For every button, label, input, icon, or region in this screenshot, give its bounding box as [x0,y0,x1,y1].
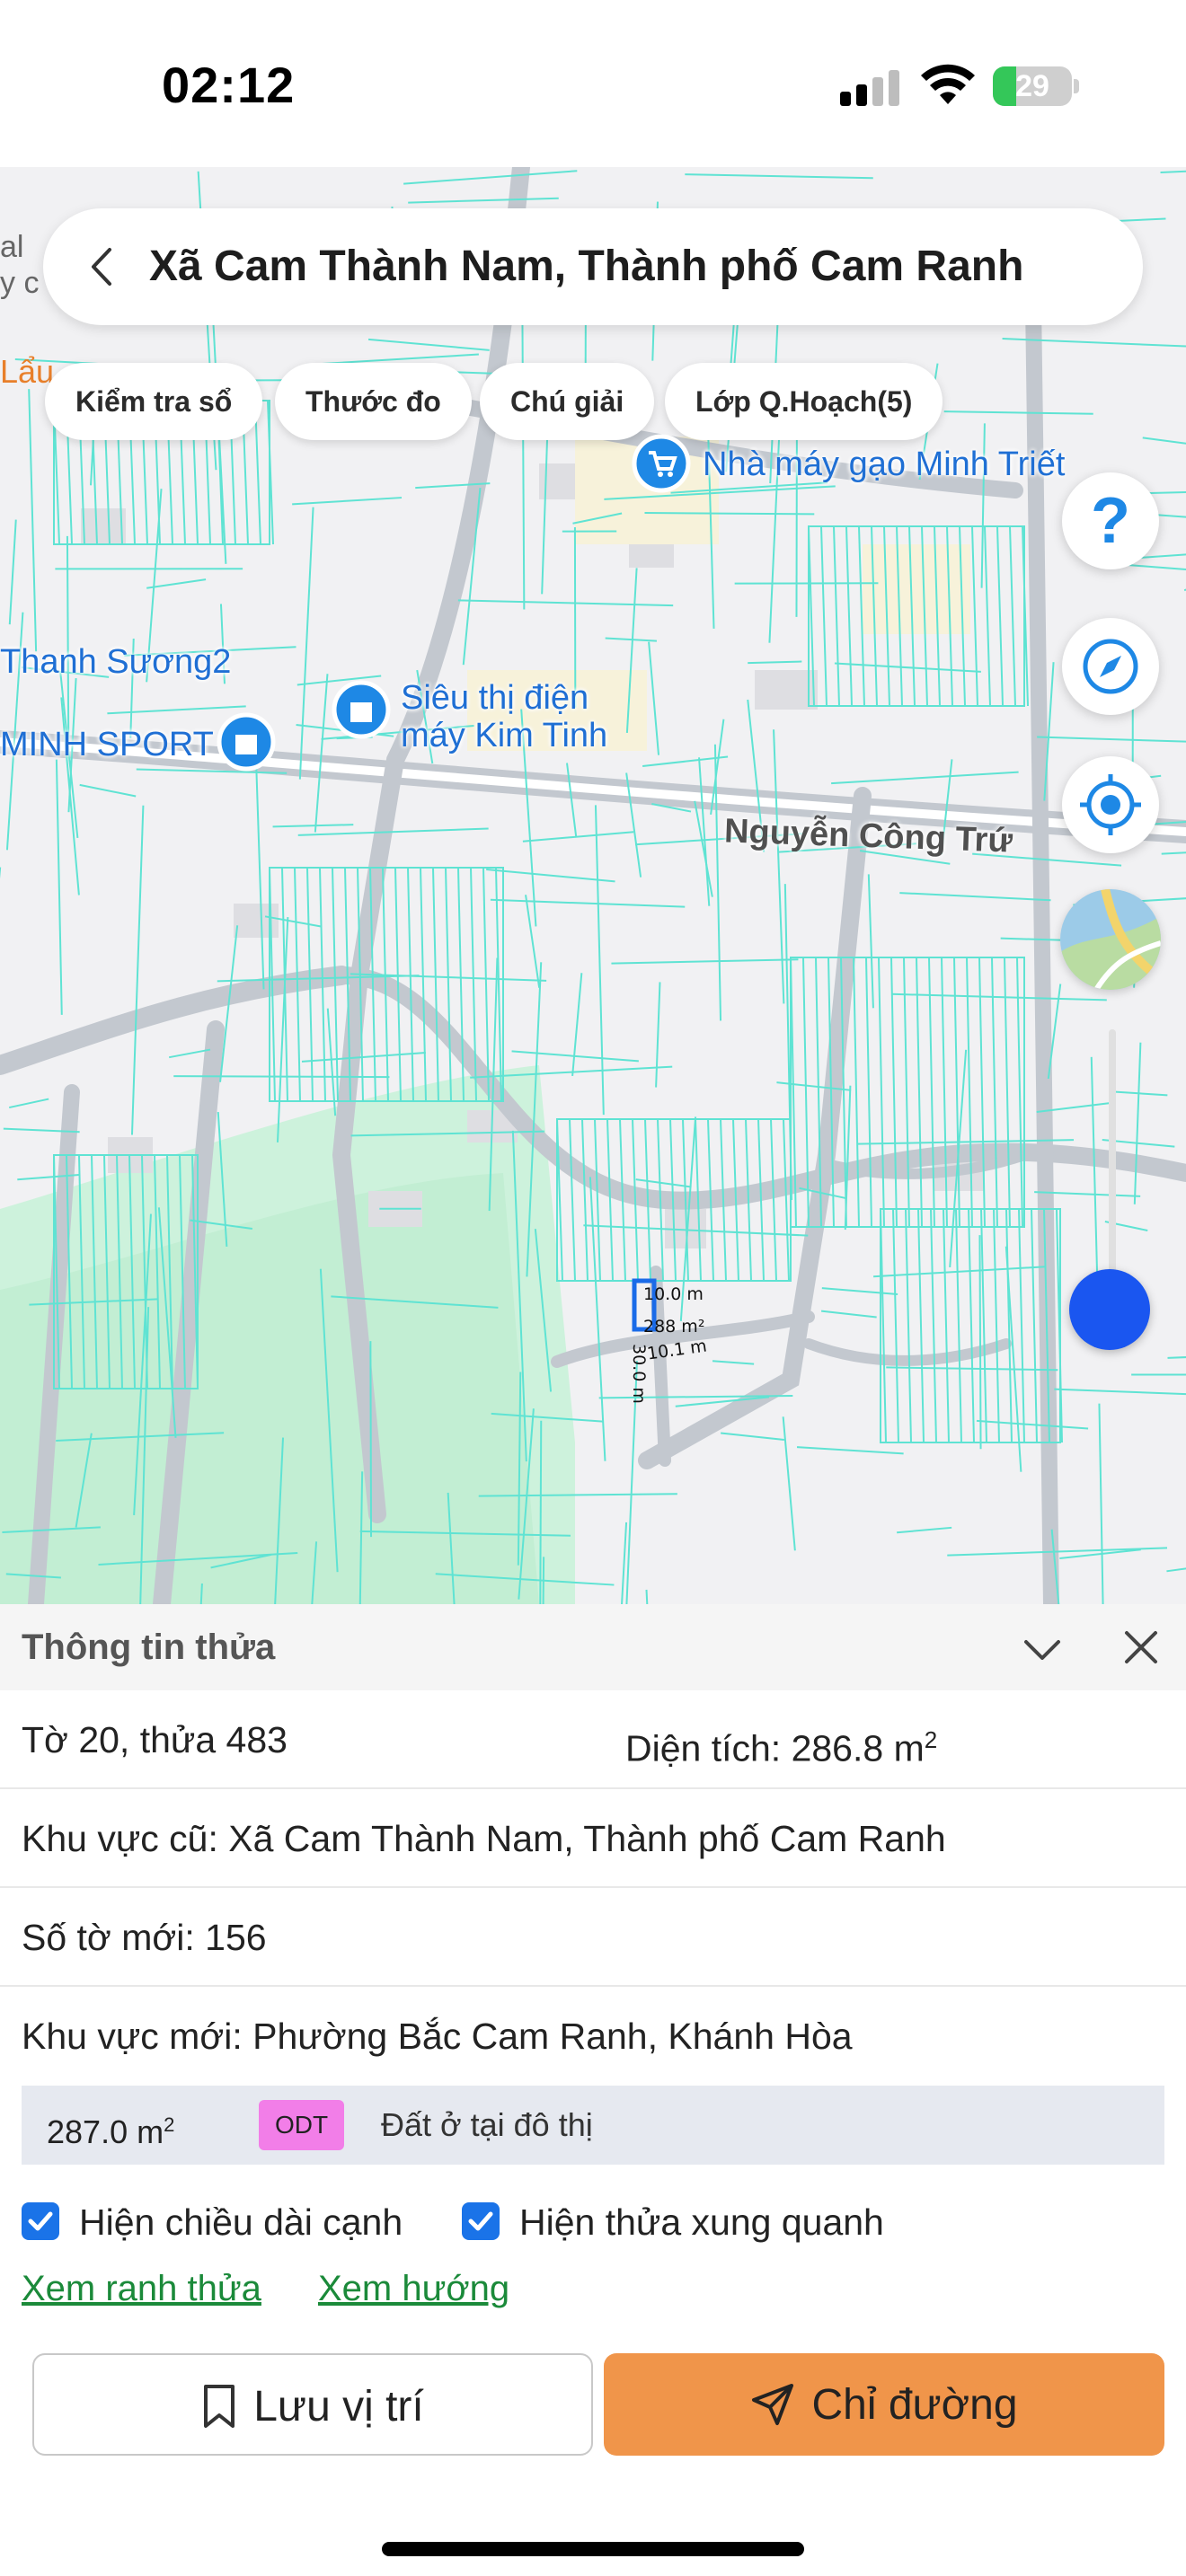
location-title: Xã Cam Thành Nam, Thành phố Cam Ranh [149,243,1024,290]
crosshair-location-icon [1080,774,1141,835]
land-use-name: Đất ở tại đô thị [381,2106,593,2143]
sheet-header: Thông tin thửa [0,1604,1186,1690]
parcel-side-edge: 30.0 m [629,1344,649,1404]
help-button[interactable]: ? [1062,472,1159,569]
map-view[interactable]: Lẩu al y c Xã Cam Thành Nam, Thành phố C… [0,167,1186,1604]
home-indicator [382,2542,804,2556]
status-bar: 02:12 29 [0,0,1186,167]
new-sheet-text: Số tờ mới: 156 [22,1917,267,1958]
map-layer-toggle[interactable] [1060,889,1161,990]
land-use-area-sup: 2 [164,2113,175,2136]
svg-text:Lẩu: Lẩu [0,353,54,390]
view-direction-link[interactable]: Xem hướng [318,2262,509,2316]
area-unit-sup: 2 [924,1726,938,1753]
land-use-area-value: 287.0 m [47,2113,164,2150]
poi-thanh-suong[interactable]: Thanh Sương2 [0,643,231,682]
info-row-new-area: Khu vực mới: Phường Bắc Cam Ranh, Khánh … [0,1987,1186,2086]
checkbox-label: Hiện thửa xung quanh [519,2201,884,2243]
poi-electronics-line1[interactable]: Siêu thị điện [401,679,589,718]
wifi-icon [921,64,975,104]
svg-text:al: al [0,230,23,264]
land-use-code-badge: ODT [259,2100,345,2150]
compass-button[interactable] [1062,618,1159,715]
new-area-text: Khu vực mới: Phường Bắc Cam Ranh, Khánh … [22,2016,853,2057]
status-time: 02:12 [162,57,296,113]
bookmark-icon [204,2385,235,2428]
chevron-down-icon[interactable] [1021,1628,1064,1671]
battery-cap [1074,79,1079,93]
location-search-bar[interactable]: Xã Cam Thành Nam, Thành phố Cam Ranh [43,208,1143,325]
parcel-area-value: Diện tích: 286.8 m2 [625,1690,937,1798]
checkbox-label: Hiện chiều dài cạnh [79,2201,403,2243]
directions-button[interactable]: Chỉ đường [604,2353,1164,2456]
save-location-button[interactable]: Lưu vị trí [32,2353,593,2456]
cellular-signal-icon [840,70,899,106]
sheet-title: Thông tin thửa [22,1628,276,1667]
parcel-info-sheet: Thông tin thửa Tờ 20, thửa 483 Diện tích… [0,1604,1186,2576]
battery-icon: 29 [993,66,1072,106]
info-row-new-sheet: Số tờ mới: 156 [0,1888,1186,1987]
zoom-slider-handle[interactable] [1069,1269,1150,1350]
checkbox-checked-icon[interactable] [22,2202,59,2240]
view-boundary-link[interactable]: Xem ranh thửa [22,2262,261,2316]
poi-electronics-line2[interactable]: máy Kim Tinh [401,717,607,755]
area-label: Diện tích: 286.8 m [625,1727,925,1769]
compass-icon [1083,639,1138,694]
question-mark-icon: ? [1091,485,1130,557]
parcel-top-edge: 10.0 m [643,1284,704,1304]
battery-level: 29 [1015,69,1049,103]
poi-rice-mill[interactable]: Nhà máy gạo Minh Triết [703,446,1065,484]
land-use-row: 287.0 m2 ODT Đất ở tại đô thị [22,2086,1164,2165]
old-area-text: Khu vực cũ: Xã Cam Thành Nam, Thành phố … [22,1818,946,1859]
info-row-parcel: Tờ 20, thửa 483 Diện tích: 286.8 m2 [0,1690,1186,1789]
parcel-area: 288 m² [643,1317,705,1337]
land-use-area: 287.0 m2 [47,2086,174,2172]
send-arrow-icon [752,2384,794,2425]
directions-label: Chỉ đường [811,2380,1018,2429]
sheet-parcel-number: Tờ 20, thửa 483 [22,1719,288,1760]
back-arrow-icon[interactable] [79,243,128,291]
close-icon[interactable] [1121,1628,1161,1667]
svg-text:y c: y c [0,266,39,300]
checkbox-checked-icon[interactable] [462,2202,500,2240]
info-row-old-area: Khu vực cũ: Xã Cam Thành Nam, Thành phố … [0,1789,1186,1888]
save-location-label: Lưu vị trí [253,2382,424,2430]
map-layer-thumbnail-icon [1060,889,1161,990]
poi-sport[interactable]: MINH SPORT [0,726,214,764]
my-location-button[interactable] [1062,756,1159,853]
chip-legend[interactable]: Chú giải [480,363,655,440]
chip-ruler[interactable]: Thước đo [275,363,472,440]
chip-check-certificate[interactable]: Kiểm tra sổ [45,363,263,440]
chip-planning-layer[interactable]: Lớp Q.Hoạch(5) [665,363,943,440]
